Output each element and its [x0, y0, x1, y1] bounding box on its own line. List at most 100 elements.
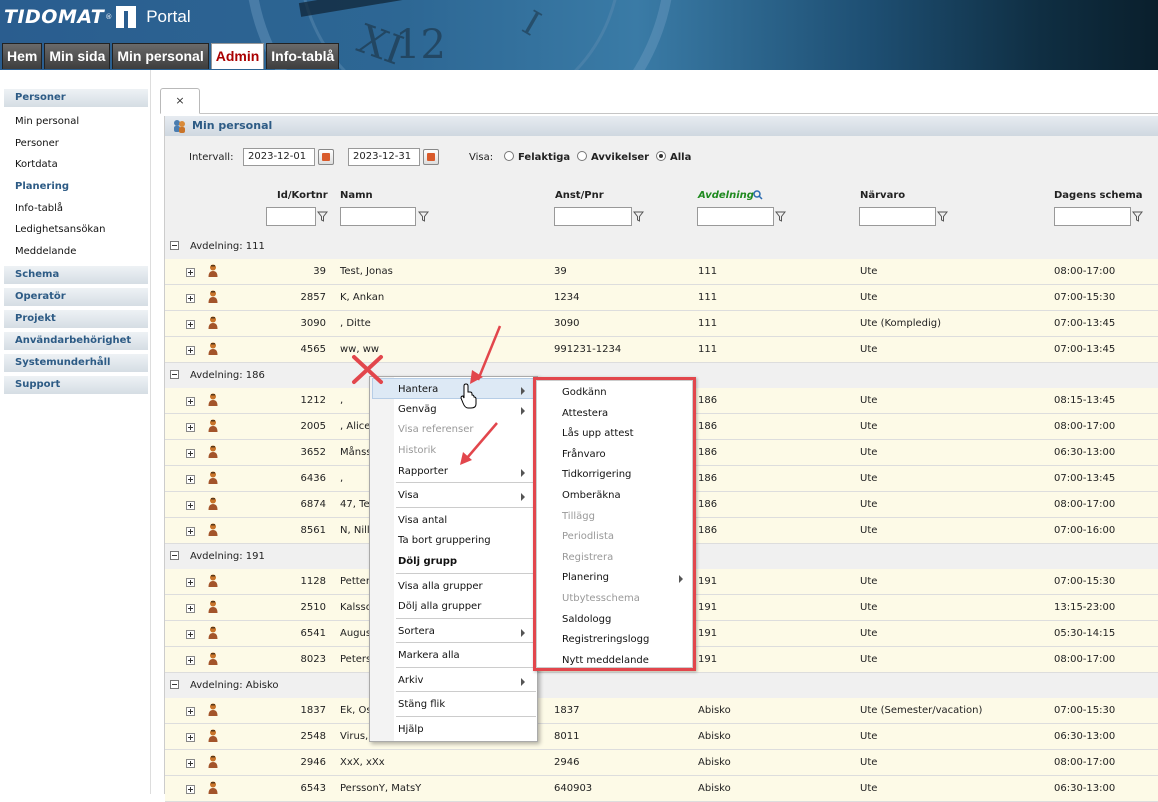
expand-icon[interactable] — [186, 630, 195, 639]
collapse-icon[interactable] — [170, 370, 179, 379]
calendar-icon[interactable] — [318, 149, 334, 165]
nav-info-tabla[interactable]: Info-tablå — [266, 43, 340, 69]
radio-felaktiga[interactable] — [504, 151, 514, 161]
table-row[interactable]: 6543 PerssonY, MatsY 640903 Abisko Ute 06:30-… — [165, 776, 1158, 802]
sidebar-section-schema[interactable]: Schema — [4, 266, 148, 284]
expand-icon[interactable] — [186, 423, 195, 432]
filter-icon[interactable] — [775, 211, 786, 222]
table-row[interactable]: 2857 K, Ankan 1234 111 Ute 07:00-15:30 — [165, 285, 1158, 311]
menu-item-dölj-grupp[interactable]: Dölj grupp — [398, 556, 457, 567]
table-row[interactable]: 39 Test, Jonas 39 111 Ute 08:00-17:00 — [165, 259, 1158, 285]
expand-icon[interactable] — [186, 656, 195, 665]
column-header-namn[interactable]: Namn — [340, 190, 373, 201]
sidebar-heading-personer[interactable]: Personer — [4, 89, 148, 107]
expand-icon[interactable] — [186, 707, 195, 716]
expand-icon[interactable] — [186, 397, 195, 406]
expand-icon[interactable] — [186, 733, 195, 742]
date-to-input[interactable]: 2023-12-31 — [348, 148, 420, 166]
expand-icon[interactable] — [186, 501, 195, 510]
expand-icon[interactable] — [186, 527, 195, 536]
filter-icon[interactable] — [317, 211, 328, 222]
sidebar-section-support[interactable]: Support — [4, 376, 148, 394]
expand-icon[interactable] — [186, 604, 195, 613]
filter-input-narvaro[interactable] — [859, 207, 936, 226]
collapse-icon[interactable] — [170, 551, 179, 560]
sidebar-section-operator[interactable]: Operatör — [4, 288, 148, 306]
table-row[interactable]: 2946 XxX, xXx 2946 Abisko Ute 08:00-17:00 — [165, 750, 1158, 776]
menu-item-hantera[interactable]: Hantera — [398, 384, 438, 395]
expand-icon[interactable] — [186, 578, 195, 587]
sidebar-item-ledighetsansokan[interactable]: Ledighetsansökan — [4, 219, 148, 241]
expand-icon[interactable] — [186, 475, 195, 484]
nav-min-sida[interactable]: Min sida — [44, 43, 111, 69]
submenu-item-planering[interactable]: Planering — [562, 572, 609, 583]
menu-item-arkiv[interactable]: Arkiv — [398, 675, 423, 686]
submenu-item-godkänn[interactable]: Godkänn — [562, 387, 607, 398]
submenu-item-registreringslogg[interactable]: Registreringslogg — [562, 634, 649, 645]
sidebar-section-systemunderhall[interactable]: Systemunderhåll — [4, 354, 148, 372]
nav-admin[interactable]: Admin — [210, 43, 265, 69]
column-header-narvaro[interactable]: Närvaro — [860, 190, 905, 201]
sidebar-section-projekt[interactable]: Projekt — [4, 310, 148, 328]
menu-item-dölj-alla-grupper[interactable]: Dölj alla grupper — [398, 601, 481, 612]
submenu-item-lås-upp-attest[interactable]: Lås upp attest — [562, 428, 634, 439]
expand-icon[interactable] — [186, 346, 195, 355]
sidebar-item-meddelande[interactable]: Meddelande — [4, 241, 148, 263]
collapse-icon[interactable] — [170, 680, 179, 689]
radio-alla[interactable] — [656, 151, 666, 161]
submenu-item-frånvaro[interactable]: Frånvaro — [562, 449, 606, 460]
submenu-item-nytt-meddelande[interactable]: Nytt meddelande — [562, 655, 649, 666]
column-header-schema[interactable]: Dagens schema — [1054, 190, 1143, 201]
table-row[interactable]: 2548 Virus, 8011 Abisko Ute 06:30-13:00 — [165, 724, 1158, 750]
close-icon[interactable]: × — [175, 94, 184, 107]
group-header[interactable]: Avdelning: 111 — [165, 234, 1158, 259]
search-icon[interactable] — [753, 190, 763, 200]
menu-item-visa-antal[interactable]: Visa antal — [398, 515, 447, 526]
tab-min-personal[interactable]: × — [160, 88, 200, 114]
filter-icon[interactable] — [418, 211, 429, 222]
sidebar-heading-planering[interactable]: Planering — [4, 176, 148, 198]
filter-icon[interactable] — [937, 211, 948, 222]
sidebar-item-min-personal[interactable]: Min personal — [4, 111, 148, 133]
menu-item-genväg[interactable]: Genväg — [398, 404, 437, 415]
date-from-input[interactable]: 2023-12-01 — [243, 148, 315, 166]
submenu-item-attestera[interactable]: Attestera — [562, 408, 608, 419]
menu-item-markera-alla[interactable]: Markera alla — [398, 650, 460, 661]
nav-min-personal[interactable]: Min personal — [112, 43, 209, 69]
group-header[interactable]: Avdelning: Abisko — [165, 673, 1158, 698]
table-row[interactable]: 3090 , Ditte 3090 111 Ute (Kompledig) 07:00-1… — [165, 311, 1158, 337]
sidebar-section-anvandarbehorighet[interactable]: Användarbehörighet — [4, 332, 148, 350]
sidebar-item-kortdata[interactable]: Kortdata — [4, 154, 148, 176]
expand-icon[interactable] — [186, 449, 195, 458]
filter-input-schema[interactable] — [1054, 207, 1131, 226]
filter-input-id[interactable] — [266, 207, 316, 226]
expand-icon[interactable] — [186, 294, 195, 303]
expand-icon[interactable] — [186, 759, 195, 768]
sidebar-item-personer[interactable]: Personer — [4, 133, 148, 155]
filter-input-namn[interactable] — [340, 207, 416, 226]
column-header-id[interactable]: Id/Kortnr — [277, 190, 328, 201]
nav-hem[interactable]: Hem — [2, 43, 43, 69]
submenu-item-omberäkna[interactable]: Omberäkna — [562, 490, 621, 501]
filter-input-avdelning[interactable] — [697, 207, 774, 226]
calendar-icon[interactable] — [423, 149, 439, 165]
column-header-avdelning[interactable]: Avdelning — [698, 190, 754, 201]
expand-icon[interactable] — [186, 320, 195, 329]
menu-item-visa-alla-grupper[interactable]: Visa alla grupper — [398, 581, 483, 592]
column-header-anst[interactable]: Anst/Pnr — [555, 190, 604, 201]
menu-item-rapporter[interactable]: Rapporter — [398, 466, 448, 477]
menu-item-hjälp[interactable]: Hjälp — [398, 724, 424, 735]
menu-item-visa[interactable]: Visa — [398, 490, 419, 501]
submenu-item-saldologg[interactable]: Saldologg — [562, 614, 611, 625]
menu-item-ta-bort-gruppering[interactable]: Ta bort gruppering — [398, 535, 491, 546]
collapse-icon[interactable] — [170, 241, 179, 250]
table-row[interactable]: 4565 ww, ww 991231-1234 111 Ute 07:00-13:45 — [165, 337, 1158, 363]
expand-icon[interactable] — [186, 785, 195, 794]
submenu-item-tidkorrigering[interactable]: Tidkorrigering — [562, 469, 631, 480]
sidebar-item-info-tabla[interactable]: Info-tablå — [4, 198, 148, 220]
menu-item-sortera[interactable]: Sortera — [398, 626, 435, 637]
filter-input-anst[interactable] — [554, 207, 632, 226]
table-row[interactable]: 1837 Ek, Os 1837 Abisko Ute (Semester/vacati… — [165, 698, 1158, 724]
radio-avvikelser[interactable] — [577, 151, 587, 161]
filter-icon[interactable] — [633, 211, 644, 222]
